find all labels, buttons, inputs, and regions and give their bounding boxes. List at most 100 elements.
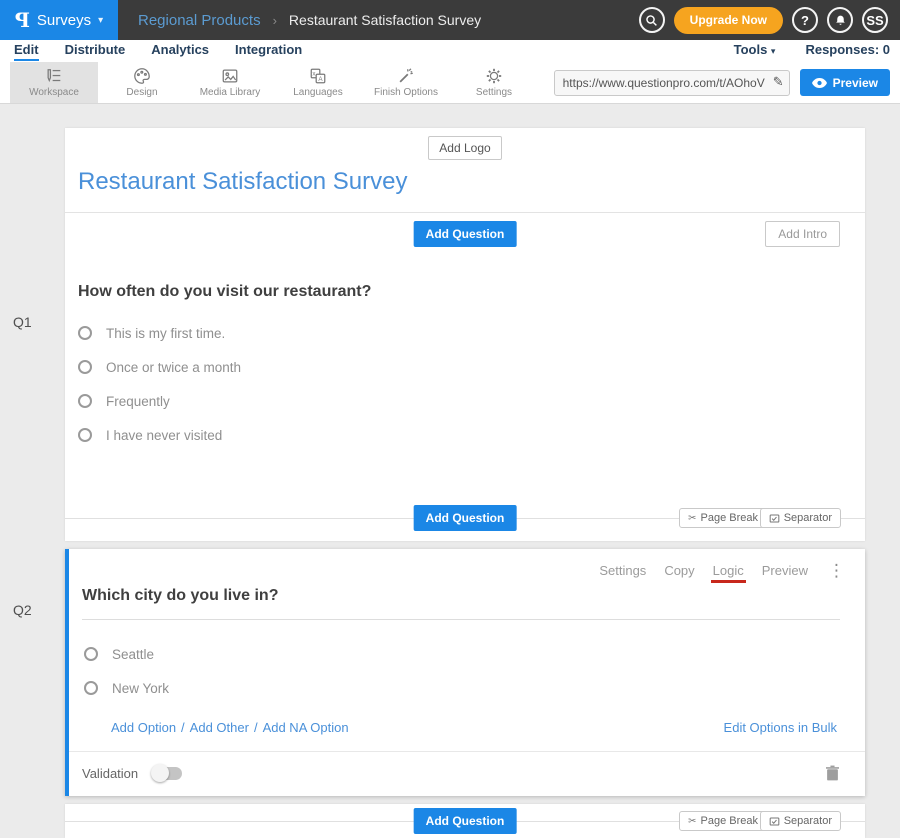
page-break-button[interactable]: ✂ Page Break [679, 508, 767, 528]
title-row: Restaurant Satisfaction Survey [65, 160, 865, 213]
eye-icon [812, 78, 827, 88]
q2-options: Seattle New York [69, 620, 865, 696]
question-q2-panel: Settings Copy Logic Preview ⋮ Which city… [65, 549, 865, 796]
toolbar-item-finish-options[interactable]: Finish Options [362, 62, 450, 103]
radio-button[interactable] [78, 326, 92, 340]
survey-title[interactable]: Restaurant Satisfaction Survey [78, 168, 408, 195]
survey-url-input[interactable] [554, 70, 790, 96]
tab-distribute[interactable]: Distribute [65, 42, 126, 59]
toolbar-item-languages[interactable]: xA Languages [274, 62, 362, 103]
search-icon [645, 14, 658, 27]
option-label[interactable]: I have never visited [106, 428, 222, 443]
breadcrumb: Regional Products › Restaurant Satisfact… [138, 12, 481, 29]
add-logo-button[interactable]: Add Logo [428, 136, 501, 160]
tools-menu[interactable]: Tools ▾ [734, 42, 776, 57]
add-option-link[interactable]: Add Option [111, 720, 176, 735]
logo-row: Add Logo [65, 128, 865, 160]
option-label[interactable]: New York [112, 681, 169, 696]
radio-button[interactable] [78, 394, 92, 408]
top-header-bar: P Surveys ▾ Regional Products › Restaura… [0, 0, 900, 40]
add-intro-button[interactable]: Add Intro [765, 221, 840, 247]
q2-copy-link[interactable]: Copy [664, 563, 694, 578]
question-number-q1: Q1 [13, 314, 32, 330]
toolbar-item-workspace[interactable]: Workspace [10, 62, 98, 103]
toggle-knob [151, 764, 169, 782]
option-label[interactable]: Seattle [112, 647, 154, 662]
questionpro-logo-icon: P [15, 8, 30, 32]
slash-separator: / [254, 720, 258, 735]
option-label[interactable]: This is my first time. [106, 326, 225, 341]
q1-question-text[interactable]: How often do you visit our restaurant? [78, 283, 865, 301]
q2-option-actions: Add Option / Add Other / Add NA Option E… [69, 714, 865, 751]
radio-button[interactable] [84, 647, 98, 661]
add-question-button[interactable]: Add Question [414, 221, 517, 247]
add-other-link[interactable]: Add Other [190, 720, 249, 735]
validation-label: Validation [82, 766, 138, 781]
add-option-links: Add Option / Add Other / Add NA Option [111, 720, 349, 735]
option-label[interactable]: Once or twice a month [106, 360, 241, 375]
radio-button[interactable] [78, 428, 92, 442]
q2-option-row: New York [84, 680, 865, 696]
scissors-icon: ✂ [688, 513, 696, 524]
q1-option-row: I have never visited [78, 427, 865, 443]
toolbar-item-settings[interactable]: Settings [450, 62, 538, 103]
q2-action-menu: Settings Copy Logic Preview ⋮ [69, 549, 865, 579]
translate-icon: xA [309, 67, 327, 85]
q2-logic-link[interactable]: Logic [713, 563, 744, 578]
add-question-button[interactable]: Add Question [414, 505, 517, 531]
validation-toggle[interactable] [152, 767, 182, 780]
palette-icon [133, 67, 151, 85]
trash-icon [826, 765, 839, 781]
toolbar-item-design[interactable]: Design [98, 62, 186, 103]
toolbar-items: Workspace Design Media Library xA Langua… [10, 62, 538, 103]
page-break-button[interactable]: ✂ Page Break [679, 811, 767, 831]
tab-edit[interactable]: Edit [14, 42, 39, 61]
edit-url-icon[interactable]: ✎ [773, 74, 784, 90]
workspace-icon [45, 67, 63, 85]
breadcrumb-separator: › [273, 13, 277, 28]
tab-analytics[interactable]: Analytics [151, 42, 209, 59]
q2-preview-link[interactable]: Preview [762, 563, 808, 578]
upgrade-now-button[interactable]: Upgrade Now [674, 7, 783, 34]
option-label[interactable]: Frequently [106, 394, 170, 409]
separator-button[interactable]: Separator [760, 811, 841, 831]
breadcrumb-folder[interactable]: Regional Products [138, 12, 261, 29]
separator-button[interactable]: Separator [760, 508, 841, 528]
question-q1: How often do you visit our restaurant? T… [65, 255, 865, 471]
question-number-q2: Q2 [13, 602, 32, 618]
breadcrumb-survey-name: Restaurant Satisfaction Survey [289, 12, 481, 28]
add-na-option-link[interactable]: Add NA Option [263, 720, 349, 735]
more-options-icon[interactable]: ⋮ [828, 562, 845, 579]
notifications-button[interactable] [827, 7, 853, 33]
add-question-button[interactable]: Add Question [414, 808, 517, 834]
q1-option-row: Frequently [78, 393, 865, 409]
preview-button[interactable]: Preview [800, 69, 890, 96]
radio-button[interactable] [84, 681, 98, 695]
avatar[interactable]: SS [862, 7, 888, 33]
q2-settings-link[interactable]: Settings [599, 563, 646, 578]
magic-wand-icon [397, 67, 415, 85]
header-actions: Upgrade Now ? SS [639, 7, 888, 34]
surveys-app-menu[interactable]: P Surveys ▾ [0, 0, 118, 40]
chevron-down-icon: ▾ [98, 15, 103, 26]
tab-integration[interactable]: Integration [235, 42, 302, 59]
search-button[interactable] [639, 7, 665, 33]
chevron-down-icon: ▾ [771, 46, 776, 56]
delete-question-button[interactable] [826, 765, 839, 781]
survey-header-panel: Add Logo Restaurant Satisfaction Survey … [65, 128, 865, 541]
add-question-row-bottom: Add Question ✂ Page Break Separator [65, 804, 865, 838]
scissors-icon: ✂ [688, 816, 696, 827]
help-button[interactable]: ? [792, 7, 818, 33]
q1-option-row: This is my first time. [78, 325, 865, 341]
toolbar-item-media-library[interactable]: Media Library [186, 62, 274, 103]
survey-nav: Edit Distribute Analytics Integration To… [0, 40, 900, 62]
separator-icon [769, 816, 780, 827]
responses-count[interactable]: Responses: 0 [805, 42, 890, 57]
survey-canvas: Q1 Q2 Add Logo Restaurant Satisfaction S… [0, 128, 900, 834]
q2-footer: Validation [69, 752, 865, 796]
bell-icon [834, 14, 847, 27]
edit-options-in-bulk-link[interactable]: Edit Options in Bulk [724, 720, 837, 735]
q2-question-text[interactable]: Which city do you live in? [82, 587, 278, 604]
editor-toolbar: Workspace Design Media Library xA Langua… [0, 62, 900, 104]
radio-button[interactable] [78, 360, 92, 374]
